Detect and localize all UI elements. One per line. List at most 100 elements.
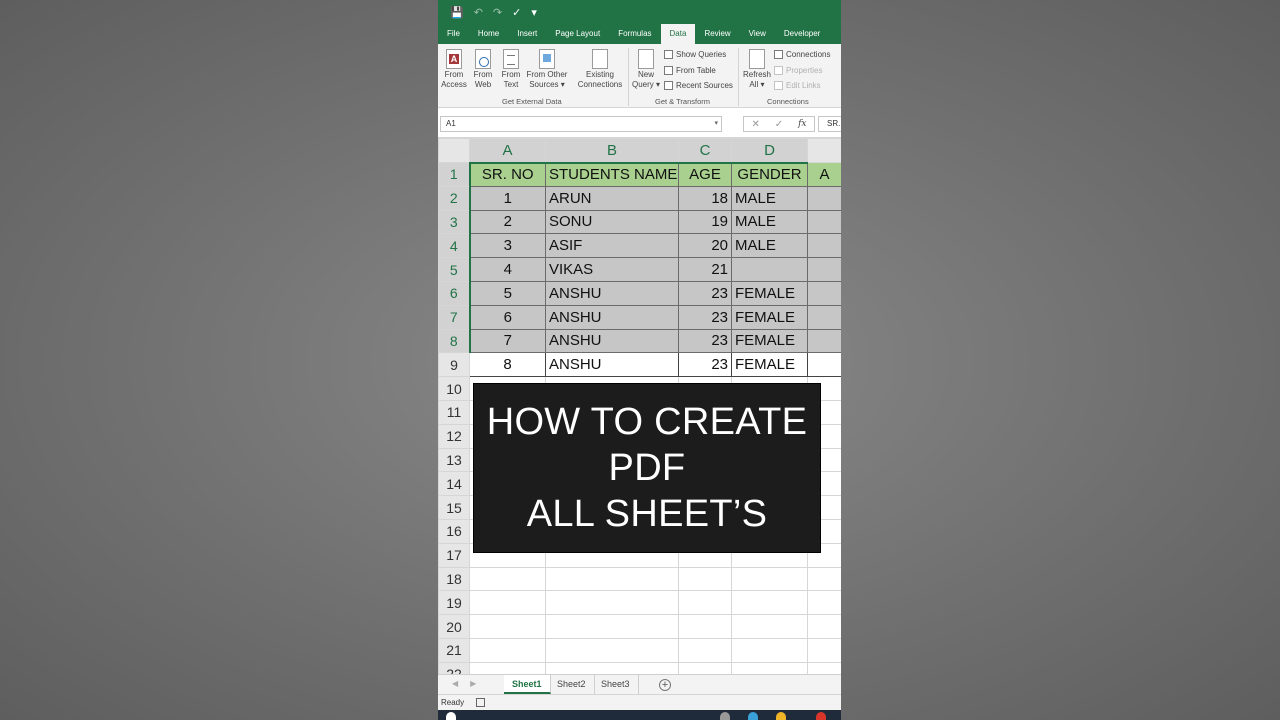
existing-connections-button[interactable]: Existing Connections: [575, 49, 625, 90]
cell-empty[interactable]: [545, 614, 679, 639]
cell-empty[interactable]: [807, 257, 841, 282]
cell-gender[interactable]: FEMALE: [731, 304, 808, 330]
cell-age[interactable]: 20: [678, 233, 732, 259]
row-header[interactable]: 17: [438, 542, 470, 568]
chevron-down-icon[interactable]: ▾: [714, 117, 718, 131]
cell-gender[interactable]: FEMALE: [731, 328, 808, 354]
cell-header-age[interactable]: AGE: [678, 162, 732, 187]
tab-insert[interactable]: Insert: [508, 24, 546, 44]
spelling-icon[interactable]: ✓: [512, 6, 521, 19]
cell-empty[interactable]: [678, 614, 732, 639]
cell-empty[interactable]: [807, 280, 841, 306]
name-box[interactable]: A1 ▾: [440, 116, 722, 132]
row-header[interactable]: 21: [438, 637, 470, 663]
cancel-icon[interactable]: ✕: [751, 119, 759, 130]
cell-empty[interactable]: [807, 352, 841, 378]
cell-empty[interactable]: [545, 590, 679, 616]
row-header[interactable]: 13: [438, 447, 470, 473]
tab-review[interactable]: Review: [695, 24, 739, 44]
new-query-button[interactable]: New Query ▾: [631, 49, 661, 90]
row-header[interactable]: 6: [438, 280, 471, 306]
column-header-a[interactable]: A: [469, 138, 546, 164]
undo-icon[interactable]: ↶: [474, 6, 483, 19]
row-header[interactable]: 15: [438, 495, 470, 520]
cell-empty[interactable]: [678, 566, 732, 592]
cell-empty[interactable]: [469, 614, 546, 639]
cell-sr-no[interactable]: 3: [469, 233, 546, 259]
cell-gender[interactable]: FEMALE: [731, 280, 808, 306]
folder-icon[interactable]: [776, 712, 786, 720]
row-header[interactable]: 10: [438, 376, 470, 401]
cell-empty[interactable]: [469, 566, 546, 592]
row-header[interactable]: 2: [438, 185, 471, 211]
cell-name[interactable]: ANSHU: [545, 280, 679, 306]
cell-name[interactable]: ANSHU: [545, 352, 679, 378]
row-header[interactable]: 20: [438, 614, 470, 639]
redo-icon[interactable]: ↷: [493, 6, 502, 19]
save-icon[interactable]: 💾: [450, 6, 464, 19]
show-queries-button[interactable]: Show Queries: [664, 50, 726, 59]
tab-data[interactable]: Data: [660, 24, 696, 44]
row-header[interactable]: 16: [438, 518, 470, 544]
tab-home[interactable]: Home: [469, 24, 508, 44]
row-header[interactable]: 1: [438, 162, 471, 187]
from-text-button[interactable]: From Text: [499, 49, 523, 90]
start-icon[interactable]: [446, 712, 456, 720]
cell-empty[interactable]: [678, 637, 732, 663]
chrome-icon[interactable]: [816, 712, 826, 720]
cell-sr-no[interactable]: 7: [469, 328, 546, 354]
connections-button[interactable]: Connections: [774, 50, 830, 59]
cell-age[interactable]: 23: [678, 352, 732, 378]
row-header[interactable]: 9: [438, 352, 470, 378]
row-header[interactable]: 4: [438, 233, 471, 259]
cell-gender[interactable]: [731, 257, 808, 282]
macro-record-icon[interactable]: [476, 698, 485, 707]
recent-sources-button[interactable]: Recent Sources: [664, 81, 733, 90]
cell-age[interactable]: 23: [678, 328, 732, 354]
row-header[interactable]: 18: [438, 566, 470, 592]
cell-empty[interactable]: [731, 614, 808, 639]
column-header-d[interactable]: D: [731, 138, 808, 164]
cell-name[interactable]: VIKAS: [545, 257, 679, 282]
from-access-button[interactable]: From Access: [441, 49, 467, 90]
cell-empty[interactable]: [807, 328, 841, 354]
column-header-b[interactable]: B: [545, 138, 679, 164]
from-table-button[interactable]: From Table: [664, 66, 716, 75]
cell-name[interactable]: ASIF: [545, 233, 679, 259]
insert-function-icon[interactable]: fx: [798, 119, 806, 129]
cell-header-gender[interactable]: GENDER: [731, 162, 808, 187]
cell-gender[interactable]: FEMALE: [731, 352, 808, 378]
enter-icon[interactable]: ✓: [775, 119, 783, 130]
cell-age[interactable]: 19: [678, 209, 732, 235]
tab-view[interactable]: View: [740, 24, 775, 44]
customize-icon[interactable]: ▾: [531, 6, 537, 19]
cell-sr-no[interactable]: 8: [469, 352, 546, 378]
cell-empty[interactable]: [545, 566, 679, 592]
cell-empty[interactable]: [807, 233, 841, 259]
edge-icon[interactable]: [748, 712, 758, 720]
sheet-tab-sheet2[interactable]: Sheet2: [549, 675, 595, 694]
tab-file[interactable]: File: [438, 24, 469, 44]
select-all-corner[interactable]: [438, 138, 470, 163]
cell-name[interactable]: ANSHU: [545, 328, 679, 354]
cell-empty[interactable]: [469, 637, 546, 663]
cell-gender[interactable]: MALE: [731, 233, 808, 259]
cell-empty[interactable]: [807, 209, 841, 235]
sheet-tab-sheet1[interactable]: Sheet1: [504, 675, 551, 694]
cell-name[interactable]: ARUN: [545, 185, 679, 211]
row-header[interactable]: 7: [438, 304, 471, 330]
cell-age[interactable]: 21: [678, 257, 732, 282]
row-header[interactable]: 12: [438, 423, 470, 449]
cell-sr-no[interactable]: 4: [469, 257, 546, 282]
refresh-all-button[interactable]: Refresh All ▾: [741, 49, 773, 90]
tab-developer[interactable]: Developer: [775, 24, 829, 44]
tab-formulas[interactable]: Formulas: [609, 24, 660, 44]
cell-header-sr-no[interactable]: SR. NO: [469, 162, 546, 187]
cell-name[interactable]: ANSHU: [545, 304, 679, 330]
sheet-tab-sheet3[interactable]: Sheet3: [593, 675, 639, 694]
row-header[interactable]: 19: [438, 590, 470, 616]
add-sheet-button[interactable]: +: [659, 679, 671, 691]
from-web-button[interactable]: From Web: [471, 49, 495, 90]
cell-empty[interactable]: [807, 614, 841, 639]
from-other-sources-button[interactable]: From Other Sources ▾: [525, 49, 569, 90]
